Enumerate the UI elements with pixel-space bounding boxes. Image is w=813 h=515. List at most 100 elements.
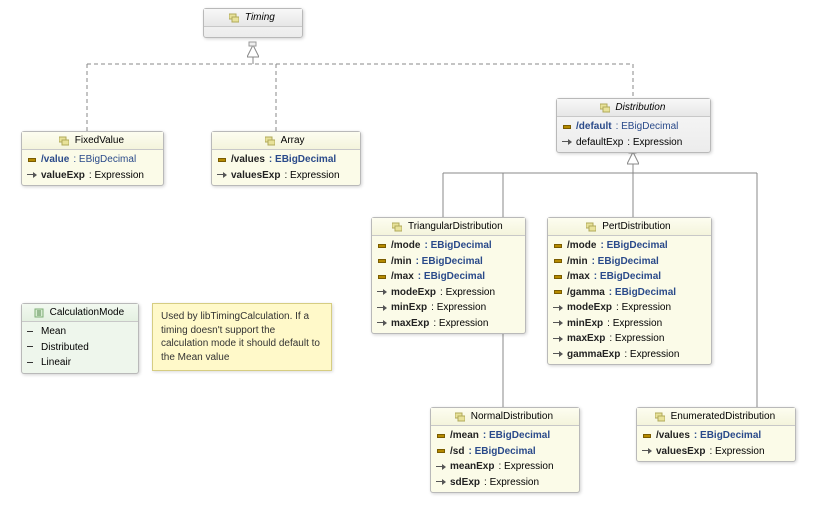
literals: Mean Distributed Lineair xyxy=(22,322,138,373)
class-distribution[interactable]: Distribution /default : EBigDecimal defa… xyxy=(556,98,711,153)
reference-row[interactable]: valueExp : Expression xyxy=(22,168,163,184)
reference-icon xyxy=(436,462,446,472)
literal-icon xyxy=(27,342,37,352)
attribute-row[interactable]: /mode : EBigDecimal xyxy=(372,238,525,254)
reference-icon xyxy=(553,349,563,359)
reference-row[interactable]: gammaExp : Expression xyxy=(548,347,711,363)
class-name: NormalDistribution xyxy=(471,411,553,422)
reference-icon xyxy=(553,334,563,344)
class-title: PertDistribution xyxy=(548,218,711,236)
note[interactable]: Used by libTimingCalculation. If a timin… xyxy=(152,303,332,371)
empty-compartment xyxy=(204,27,302,37)
class-title: EnumeratedDistribution xyxy=(637,408,795,426)
enum-literal[interactable]: Lineair xyxy=(22,355,138,371)
reference-row[interactable]: minExp : Expression xyxy=(548,316,711,332)
attribute-icon xyxy=(377,241,387,251)
attribute-icon xyxy=(553,272,563,282)
enum-name: CalculationMode xyxy=(50,307,125,318)
enum-icon xyxy=(34,308,44,319)
attribute-row[interactable]: /default : EBigDecimal xyxy=(557,119,710,135)
class-name: FixedValue xyxy=(75,135,124,146)
class-icon xyxy=(455,412,465,423)
class-icon xyxy=(392,222,402,233)
reference-icon xyxy=(553,318,563,328)
reference-row[interactable]: sdExp : Expression xyxy=(431,475,579,491)
attributes: /mode : EBigDecimal /min : EBigDecimal /… xyxy=(372,236,525,333)
reference-row[interactable]: valuesExp : Expression xyxy=(212,168,360,184)
attribute-icon xyxy=(553,241,563,251)
attribute-row[interactable]: /min : EBigDecimal xyxy=(372,254,525,270)
attributes: /mean : EBigDecimal /sd : EBigDecimal me… xyxy=(431,426,579,492)
attribute-icon xyxy=(217,155,227,165)
note-text: Used by libTimingCalculation. If a timin… xyxy=(161,311,320,363)
class-array[interactable]: Array /values : EBigDecimal valuesExp : … xyxy=(211,131,361,186)
attribute-row[interactable]: /sd : EBigDecimal xyxy=(431,444,579,460)
class-title: Distribution xyxy=(557,99,710,117)
literal-icon xyxy=(27,327,37,337)
class-name: Array xyxy=(281,135,305,146)
attribute-row[interactable]: /mean : EBigDecimal xyxy=(431,428,579,444)
class-title: Array xyxy=(212,132,360,150)
attributes: /mode : EBigDecimal /min : EBigDecimal /… xyxy=(548,236,711,364)
reference-icon xyxy=(27,170,37,180)
reference-row[interactable]: maxExp : Expression xyxy=(548,331,711,347)
class-enumerated-distribution[interactable]: EnumeratedDistribution /values : EBigDec… xyxy=(636,407,796,462)
reference-icon xyxy=(642,446,652,456)
attribute-icon xyxy=(562,122,572,132)
class-normal-distribution[interactable]: NormalDistribution /mean : EBigDecimal /… xyxy=(430,407,580,493)
attribute-icon xyxy=(27,155,37,165)
class-triangular-distribution[interactable]: TriangularDistribution /mode : EBigDecim… xyxy=(371,217,526,334)
reference-row[interactable]: maxExp : Expression xyxy=(372,316,525,332)
enum-title: CalculationMode xyxy=(22,304,138,322)
class-title: TriangularDistribution xyxy=(372,218,525,236)
class-fixed-value[interactable]: FixedValue /value : EBigDecimal valueExp… xyxy=(21,131,164,186)
class-icon xyxy=(265,136,275,147)
reference-row[interactable]: meanExp : Expression xyxy=(431,459,579,475)
class-title: Timing xyxy=(204,9,302,27)
reference-row[interactable]: modeExp : Expression xyxy=(548,300,711,316)
class-name: EnumeratedDistribution xyxy=(671,411,776,422)
reference-row[interactable]: valuesExp : Expression xyxy=(637,444,795,460)
reference-icon xyxy=(217,170,227,180)
class-icon xyxy=(59,136,69,147)
attribute-icon xyxy=(377,256,387,266)
attribute-row[interactable]: /values : EBigDecimal xyxy=(637,428,795,444)
reference-icon xyxy=(562,137,572,147)
attribute-row[interactable]: /max : EBigDecimal xyxy=(548,269,711,285)
class-icon xyxy=(586,222,596,233)
reference-icon xyxy=(377,318,387,328)
enum-literal[interactable]: Mean xyxy=(22,324,138,340)
attributes: /value : EBigDecimal valueExp : Expressi… xyxy=(22,150,163,185)
class-name: Timing xyxy=(245,12,275,23)
class-name: Distribution xyxy=(615,102,665,113)
literal-icon xyxy=(27,358,37,368)
attributes: /default : EBigDecimal defaultExp : Expr… xyxy=(557,117,710,152)
class-name: TriangularDistribution xyxy=(408,221,503,232)
enum-calculation-mode[interactable]: CalculationMode Mean Distributed Lineair xyxy=(21,303,139,374)
reference-row[interactable]: minExp : Expression xyxy=(372,300,525,316)
class-timing[interactable]: Timing xyxy=(203,8,303,38)
class-name: PertDistribution xyxy=(602,221,670,232)
reference-row[interactable]: modeExp : Expression xyxy=(372,285,525,301)
attribute-icon xyxy=(642,431,652,441)
attribute-row[interactable]: /mode : EBigDecimal xyxy=(548,238,711,254)
attribute-icon xyxy=(553,256,563,266)
enum-literal[interactable]: Distributed xyxy=(22,340,138,356)
class-icon xyxy=(229,13,239,24)
reference-icon xyxy=(436,477,446,487)
attribute-row[interactable]: /min : EBigDecimal xyxy=(548,254,711,270)
reference-row[interactable]: defaultExp : Expression xyxy=(557,135,710,151)
attribute-row[interactable]: /value : EBigDecimal xyxy=(22,152,163,168)
attribute-icon xyxy=(377,272,387,282)
attributes: /values : EBigDecimal valuesExp : Expres… xyxy=(212,150,360,185)
attribute-icon xyxy=(436,446,446,456)
class-icon xyxy=(600,103,610,114)
attribute-row[interactable]: /max : EBigDecimal xyxy=(372,269,525,285)
attribute-icon xyxy=(436,431,446,441)
attribute-row[interactable]: /values : EBigDecimal xyxy=(212,152,360,168)
class-icon xyxy=(655,412,665,423)
attribute-icon xyxy=(553,287,563,297)
attribute-row[interactable]: /gamma : EBigDecimal xyxy=(548,285,711,301)
attributes: /values : EBigDecimal valuesExp : Expres… xyxy=(637,426,795,461)
class-pert-distribution[interactable]: PertDistribution /mode : EBigDecimal /mi… xyxy=(547,217,712,365)
